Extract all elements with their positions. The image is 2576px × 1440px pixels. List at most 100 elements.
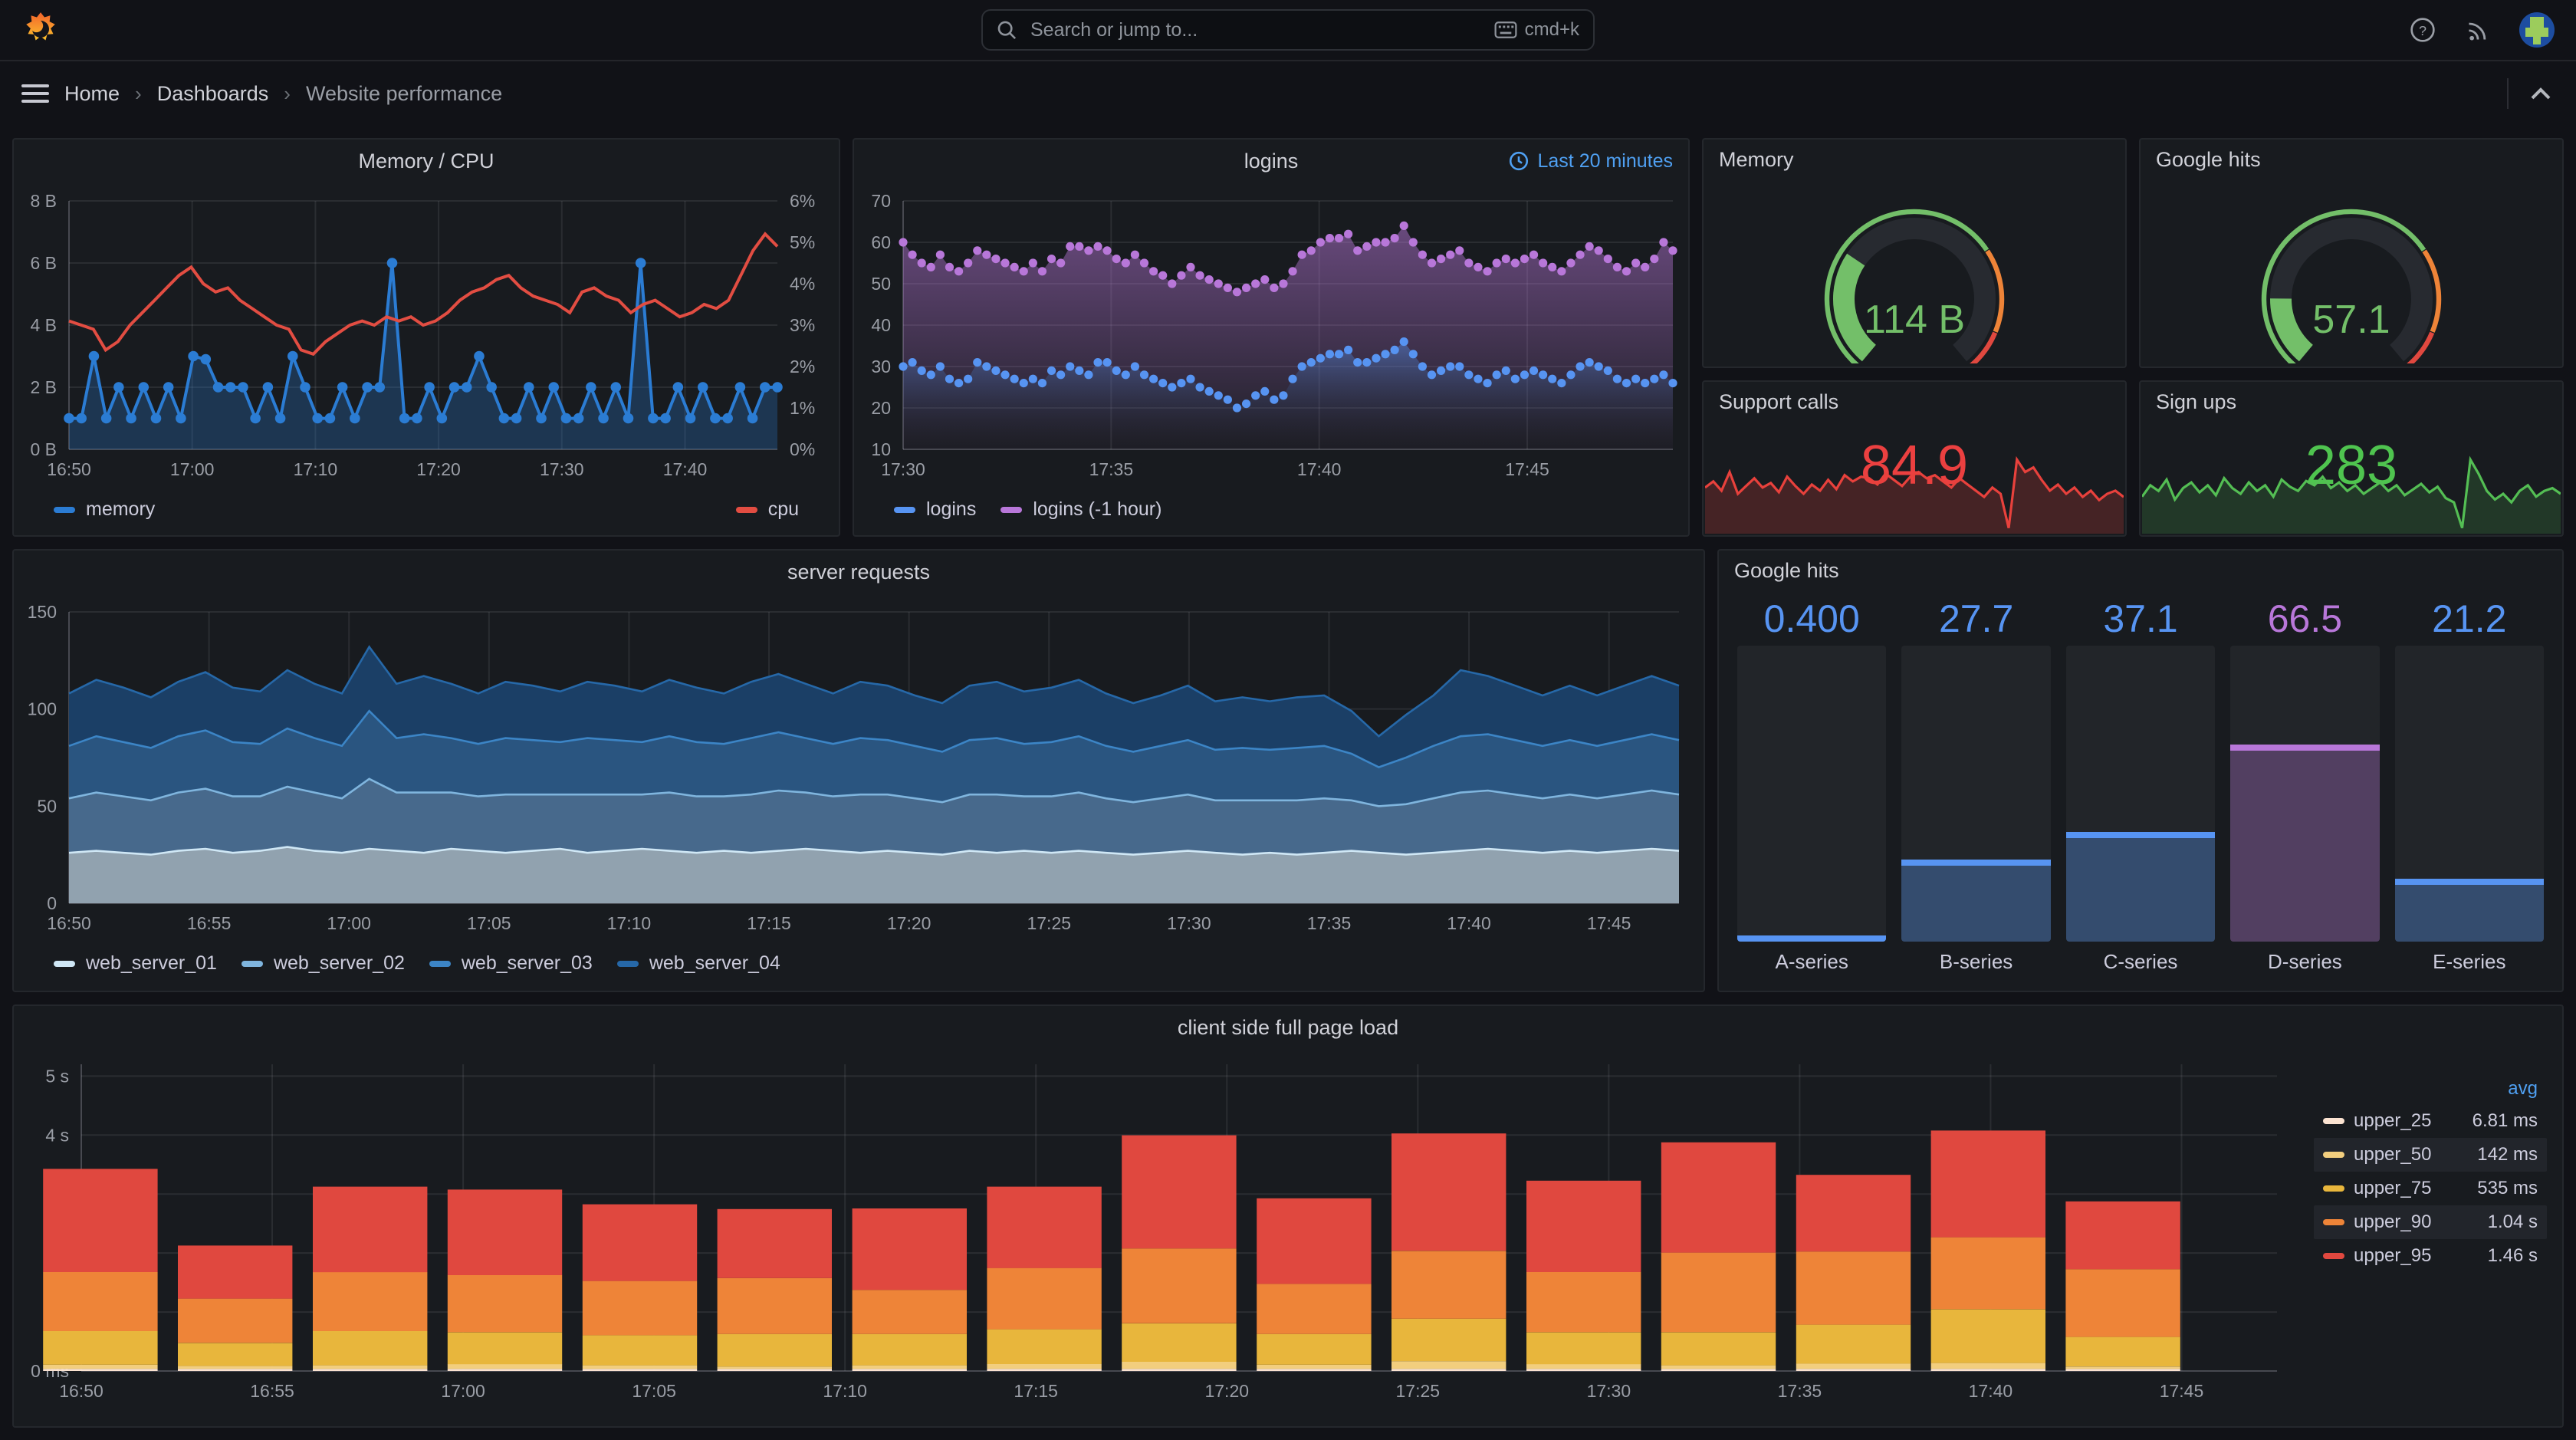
bar-gauge-fill: [2065, 831, 2216, 942]
legend-avg-header[interactable]: avg: [2314, 1073, 2547, 1104]
svg-text:17:00: 17:00: [327, 913, 371, 933]
legend-item-upper-90[interactable]: upper_90 1.04 s: [2314, 1205, 2547, 1239]
panel-title[interactable]: Google hits: [2141, 140, 2562, 179]
panel-title[interactable]: Google hits: [1719, 551, 2562, 590]
panel-logins: logins Last 20 minutes 10 20 30 40 50 60 70 17:…: [853, 138, 1690, 537]
svg-text:8 B: 8 B: [30, 191, 57, 211]
legend-item-web-server-03[interactable]: web_server_03: [429, 952, 593, 975]
bar-gauge-column[interactable]: 0.400 A-series: [1737, 597, 1887, 978]
google-hits-gauge[interactable]: 57.1: [2198, 176, 2505, 367]
collapse-chevron-up-icon[interactable]: [2527, 80, 2555, 107]
svg-text:16:50: 16:50: [59, 1381, 104, 1401]
bar-gauge-column[interactable]: 66.5 D-series: [2230, 597, 2380, 978]
svg-text:17:20: 17:20: [1204, 1381, 1249, 1401]
bar-gauge-label: E-series: [2433, 950, 2506, 973]
bar-gauge-column[interactable]: 27.7 B-series: [1901, 597, 2051, 978]
server-requests-chart[interactable]: 0 50 100 150 16:50 16:55 17:00 17:05 17:10 17:15 1…: [14, 593, 1704, 949]
user-avatar[interactable]: [2519, 12, 2555, 48]
svg-text:40: 40: [871, 315, 891, 335]
bar-gauge-track: [2394, 646, 2545, 942]
bar-gauge-track: [1901, 646, 2051, 942]
svg-text:5 s: 5 s: [45, 1066, 69, 1086]
news-rss-icon[interactable]: [2464, 16, 2492, 44]
svg-text:57.1: 57.1: [2312, 298, 2390, 342]
logins-chart[interactable]: 10 20 30 40 50 60 70 17:30 17:35 17:40 17:45: [854, 182, 1688, 495]
divider: [2507, 78, 2509, 109]
svg-text:17:35: 17:35: [1778, 1381, 1822, 1401]
search-input[interactable]: [1027, 17, 1484, 43]
panel-support-calls: Support calls 84.9: [1702, 380, 2127, 537]
menu-toggle-icon[interactable]: [21, 84, 49, 103]
keyboard-icon: [1494, 21, 1517, 38]
svg-text:50: 50: [871, 274, 891, 294]
panel-title[interactable]: client side full page load: [14, 1006, 2562, 1049]
bar-gauge-value: 66.5: [2267, 597, 2343, 640]
svg-text:16:55: 16:55: [187, 913, 232, 933]
svg-text:114 B: 114 B: [1864, 298, 1965, 342]
panel-title[interactable]: Support calls: [1704, 382, 2125, 422]
client-load-legend: avg upper_25 6.81 ms upper_50 142 ms upp…: [2314, 1073, 2547, 1273]
panel-title[interactable]: Memory: [1704, 140, 2125, 179]
bar-gauge-column[interactable]: 21.2 E-series: [2394, 597, 2545, 978]
memory-gauge[interactable]: 114 B: [1761, 176, 2068, 367]
svg-text:0 B: 0 B: [30, 439, 57, 459]
panel-memory-cpu: Memory / CPU 0 B 2 B 4 B 6 B 8 B 0% 1% 2% 3% 4% 5%…: [12, 138, 840, 537]
panel-title[interactable]: Memory / CPU: [14, 140, 839, 182]
support-calls-sparkline[interactable]: [1705, 454, 2124, 534]
svg-text:6 B: 6 B: [30, 253, 57, 273]
svg-text:5%: 5%: [790, 232, 815, 252]
svg-text:17:10: 17:10: [823, 1381, 867, 1401]
svg-text:17:05: 17:05: [467, 913, 511, 933]
dashboard-grid: Memory / CPU 0 B 2 B 4 B 6 B 8 B 0% 1% 2% 3% 4% 5%…: [0, 126, 2576, 1440]
time-range-button[interactable]: Last 20 minutes: [1509, 140, 1673, 182]
help-icon[interactable]: ?: [2409, 16, 2436, 44]
legend-item-upper-50[interactable]: upper_50 142 ms: [2314, 1138, 2547, 1172]
svg-text:17:25: 17:25: [1396, 1381, 1441, 1401]
legend-item-upper-95[interactable]: upper_95 1.46 s: [2314, 1239, 2547, 1273]
bar-gauge-label: D-series: [2268, 950, 2342, 973]
breadcrumb-current: Website performance: [305, 81, 503, 105]
search-bar[interactable]: cmd+k: [981, 9, 1595, 51]
search-icon: [997, 21, 1017, 40]
breadcrumb-home[interactable]: Home: [64, 82, 120, 106]
sign-ups-sparkline[interactable]: [2142, 454, 2561, 534]
breadcrumb-dashboards[interactable]: Dashboards: [157, 82, 269, 106]
svg-text:3%: 3%: [790, 315, 815, 335]
legend-item-web-server-04[interactable]: web_server_04: [616, 952, 780, 975]
clock-icon: [1509, 151, 1528, 171]
memory-cpu-chart[interactable]: 0 B 2 B 4 B 6 B 8 B 0% 1% 2% 3% 4% 5% 6% 16:50 17:00 1…: [14, 182, 839, 495]
client-load-chart[interactable]: 0 ms1 s2 s3 s4 s5 s16:5016:5517:0017:051…: [14, 1049, 2562, 1423]
legend-item-logins-1h[interactable]: logins (-1 hour): [1001, 498, 1162, 521]
grafana-logo-icon[interactable]: [21, 11, 60, 49]
panel-sign-ups: Sign ups 283: [2139, 380, 2564, 537]
svg-text:17:40: 17:40: [1969, 1381, 2013, 1401]
svg-text:1%: 1%: [790, 398, 815, 418]
svg-text:17:40: 17:40: [663, 459, 708, 479]
svg-text:17:05: 17:05: [632, 1381, 676, 1401]
legend-item-memory[interactable]: memory: [54, 498, 155, 521]
bar-gauge-column[interactable]: 37.1 C-series: [2065, 597, 2216, 978]
svg-text:17:30: 17:30: [540, 459, 584, 479]
svg-text:17:25: 17:25: [1027, 913, 1071, 933]
legend-item-web-server-01[interactable]: web_server_01: [54, 952, 217, 975]
svg-text:17:30: 17:30: [881, 459, 925, 479]
google-hits-bar-gauge: 0.400 A-series 27.7 B-series 37.1 C-series 66.…: [1737, 597, 2545, 978]
legend-item-logins[interactable]: logins: [894, 498, 976, 521]
legend-item-upper-75[interactable]: upper_75 535 ms: [2314, 1172, 2547, 1205]
bar-gauge-value: 21.2: [2432, 597, 2507, 640]
svg-text:17:45: 17:45: [2160, 1381, 2204, 1401]
panel-title[interactable]: Sign ups: [2141, 382, 2562, 422]
panel-client-load: client side full page load 0 ms1 s2 s3 s…: [12, 1004, 2564, 1428]
svg-text:17:00: 17:00: [170, 459, 215, 479]
panel-title[interactable]: server requests: [14, 551, 1704, 593]
svg-text:0: 0: [47, 893, 57, 913]
bar-gauge-track: [2065, 646, 2216, 942]
legend-item-cpu[interactable]: cpu: [735, 498, 799, 521]
bar-gauge-fill: [2394, 879, 2545, 942]
keyboard-shortcut: cmd+k: [1494, 19, 1579, 41]
legend-item-web-server-02[interactable]: web_server_02: [241, 952, 405, 975]
legend-item-upper-25[interactable]: upper_25 6.81 ms: [2314, 1104, 2547, 1138]
bar-gauge-label: B-series: [1939, 950, 2013, 973]
bar-gauge-value: 37.1: [2103, 597, 2178, 640]
bar-gauge-track: [1737, 646, 1887, 942]
